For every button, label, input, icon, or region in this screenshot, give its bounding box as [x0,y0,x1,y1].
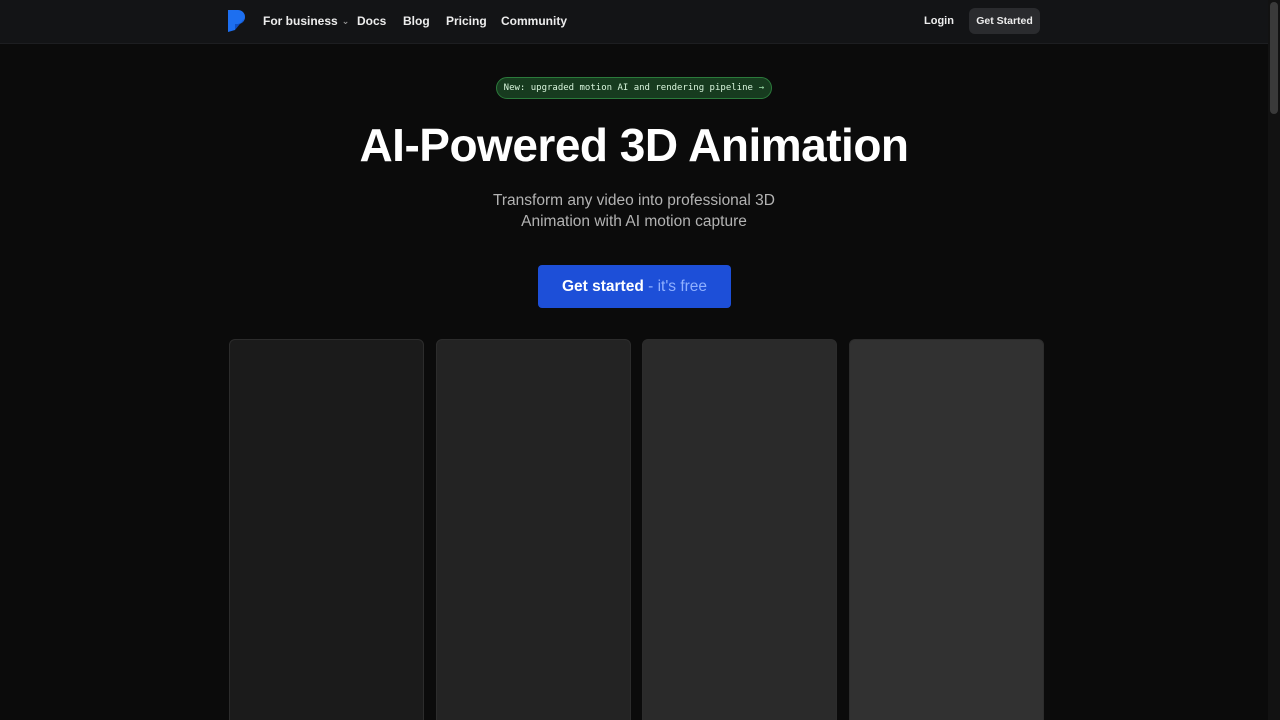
nav-blog-label: Blog [403,14,430,28]
hero-subtitle-line-1: Transform any video into professional 3D [492,192,775,209]
hero-cta-label: Get started [561,278,644,295]
showcase-card-1 [229,339,424,720]
hero-subtitle-line-2: Animation with AI motion capture [521,213,747,230]
nav-docs[interactable]: Docs [357,14,386,28]
hero-title: AI-Powered 3D Animation [359,119,909,171]
page: For business ⌄ Docs Blog Pricing Communit… [0,0,1280,720]
hero-cta-suffix: - it's free [643,278,708,295]
chevron-down-icon: ⌄ [341,16,350,26]
nav-docs-label: Docs [357,14,387,28]
announcement-badge[interactable]: New: upgraded motion AI and rendering pi… [496,77,772,99]
brand-logo-icon[interactable] [227,9,245,33]
nav-pricing-label: Pricing [446,14,487,28]
get-started-free-button[interactable]: Get started - it's free [538,265,731,308]
login-link[interactable]: Login [924,15,954,27]
nav-blog[interactable]: Blog [403,14,430,28]
nav-community[interactable]: Community [501,14,567,28]
nav-for-business[interactable]: For business ⌄ [263,14,349,28]
arrow-right-icon: → [758,83,765,93]
nav-pricing[interactable]: Pricing [446,14,487,28]
showcase-card-2 [436,339,631,720]
get-started-nav-button[interactable]: Get Started [969,8,1040,34]
showcase-card-4 [849,339,1044,720]
nav-community-label: Community [501,14,567,28]
showcase-card-3 [642,339,837,720]
top-navbar: For business ⌄ Docs Blog Pricing Communit… [0,0,1268,44]
nav-for-business-label: For business [263,14,338,28]
scrollbar-thumb[interactable] [1270,2,1278,114]
hero-subtitle: Transform any video into professional 3D… [0,190,1268,232]
announcement-text: New: upgraded motion AI and rendering pi… [503,83,753,93]
page-scrollbar[interactable] [1268,0,1280,720]
